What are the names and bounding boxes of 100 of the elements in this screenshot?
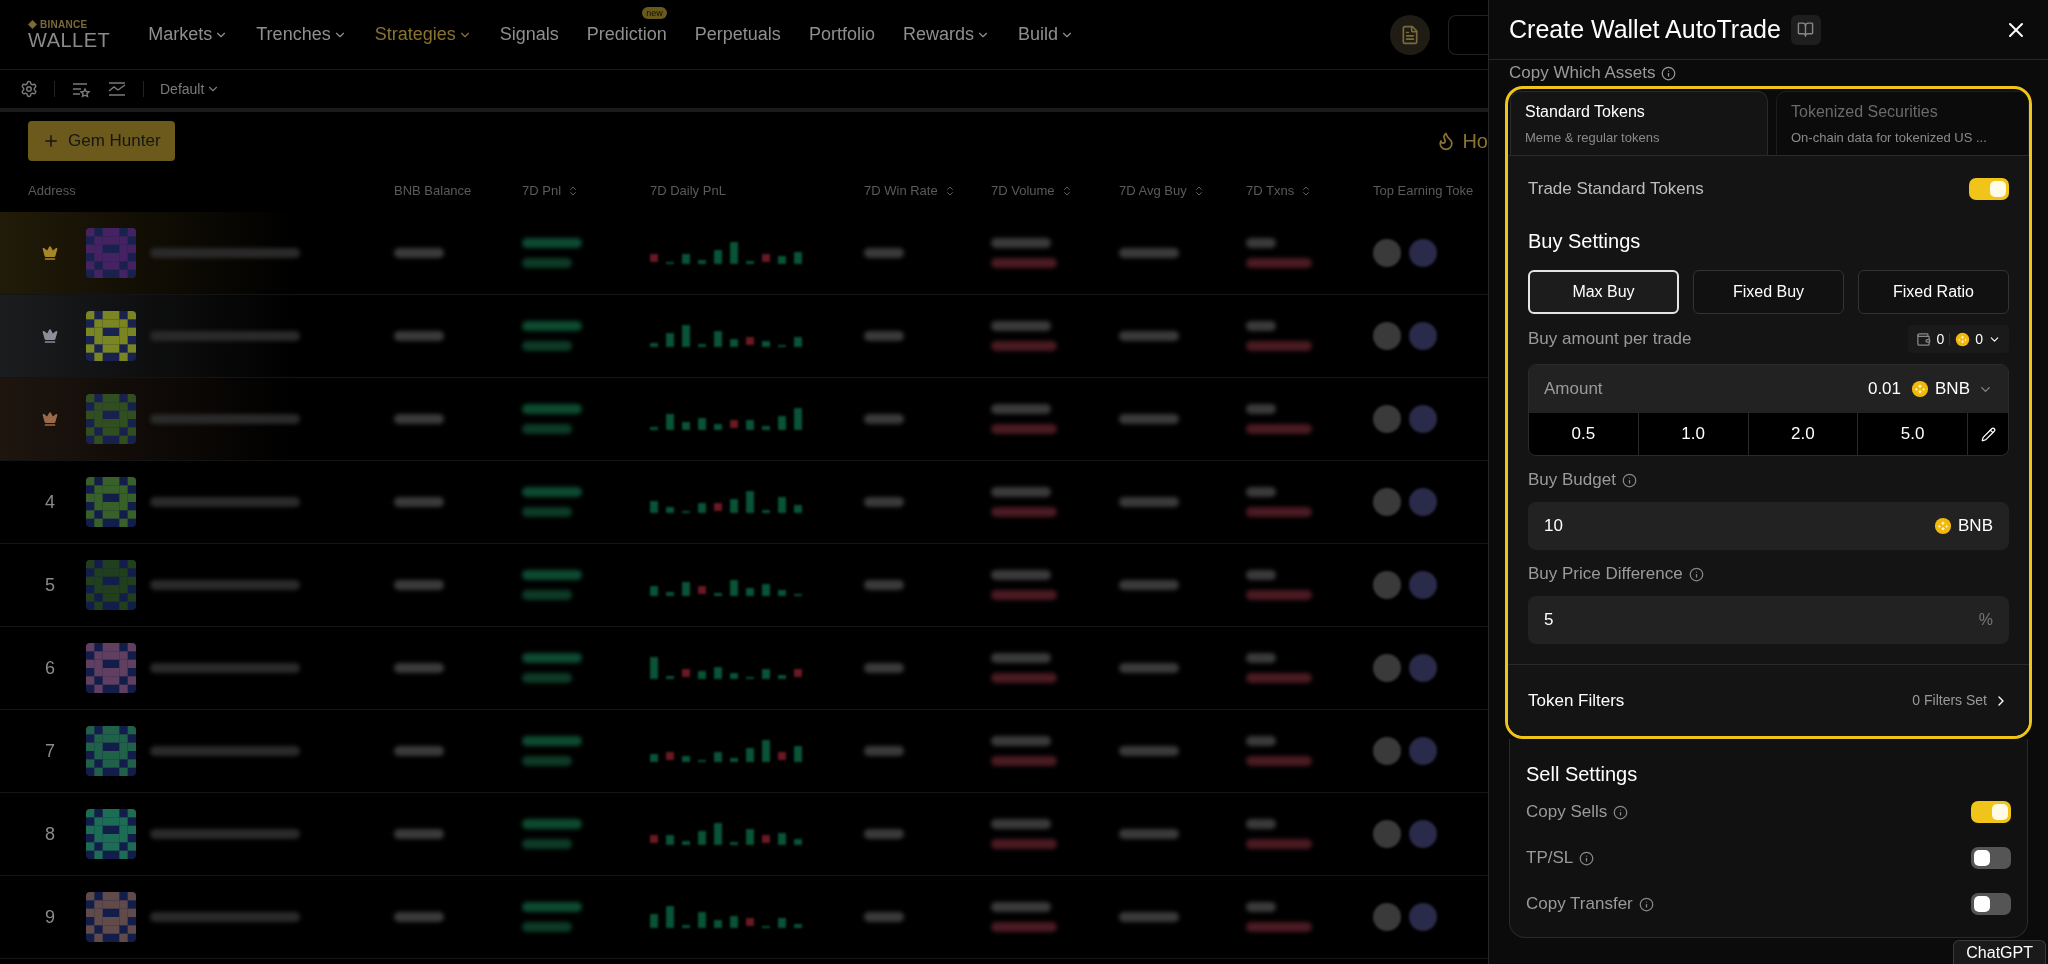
blurred-value <box>522 404 582 414</box>
blurred-value <box>864 912 904 922</box>
blurred-value <box>991 341 1057 351</box>
blurred-value <box>991 839 1057 849</box>
blurred-value <box>1246 653 1276 663</box>
settings-icon[interactable] <box>20 80 38 98</box>
balance-dropdown[interactable]: 0 0 <box>1908 325 2009 353</box>
budget-field[interactable]: 10 BNB <box>1528 502 2009 550</box>
toggle-switch[interactable] <box>1971 893 2011 915</box>
buy-mode-button[interactable]: Fixed Ratio <box>1858 270 2009 314</box>
blurred-value <box>394 746 444 756</box>
info-icon[interactable] <box>1613 804 1629 820</box>
table-row[interactable]: 6 <box>0 627 1488 710</box>
avatar-icon <box>86 560 136 610</box>
field-label: Buy Budget <box>1528 469 1616 492</box>
buy-mode-button[interactable]: Max Buy <box>1528 270 1679 314</box>
avatar-icon <box>86 643 136 693</box>
blurred-value <box>522 590 572 600</box>
blurred-value <box>1119 912 1179 922</box>
filter-list-icon[interactable] <box>71 80 91 98</box>
preset-amount-button[interactable]: 2.0 <box>1748 413 1859 455</box>
wallet-icon <box>1916 331 1932 347</box>
blurred-value <box>864 497 904 507</box>
blurred-value <box>1246 321 1276 331</box>
token-filters-row[interactable]: Token Filters 0 Filters Set <box>1508 664 2029 736</box>
nav-item[interactable]: Perpetuals <box>694 21 781 48</box>
blurred-value <box>991 238 1051 248</box>
token-icon <box>1409 571 1437 599</box>
nav-item[interactable]: Strategies <box>374 21 472 48</box>
toggle-label: Trade Standard Tokens <box>1528 178 1704 201</box>
buy-mode-button[interactable]: Fixed Buy <box>1693 270 1844 314</box>
nav-item[interactable]: Signals <box>499 21 559 48</box>
nav-item[interactable]: Markets <box>148 21 229 48</box>
chat-tab[interactable]: ChatGPT <box>1953 940 2046 964</box>
info-icon[interactable] <box>1638 896 1654 912</box>
book-icon <box>1797 21 1815 38</box>
blurred-value <box>522 487 582 497</box>
blurred-value <box>991 756 1057 766</box>
table-row[interactable]: 5 <box>0 544 1488 627</box>
blurred-value <box>864 746 904 756</box>
info-icon[interactable] <box>1621 472 1637 488</box>
column-header: Address <box>28 182 76 201</box>
amount-field[interactable]: Amount 0.01 BNB <box>1529 365 2008 413</box>
info-icon[interactable] <box>1661 65 1677 81</box>
avatar-icon <box>86 477 136 527</box>
blurred-value <box>1246 507 1312 517</box>
blurred-value <box>522 839 572 849</box>
price-difference-field[interactable]: 5 % <box>1528 596 2009 644</box>
blurred-value <box>1246 238 1276 248</box>
asset-tab[interactable]: Standard Tokens Meme & regular tokens <box>1510 91 1768 155</box>
blurred-value <box>1246 424 1312 434</box>
info-icon[interactable] <box>1688 566 1704 582</box>
rank-number: 7 <box>45 739 55 763</box>
nav-item[interactable]: Prediction <box>586 21 667 48</box>
preset-amount-button[interactable]: 1.0 <box>1638 413 1749 455</box>
blurred-value <box>522 507 572 517</box>
toggle-switch[interactable] <box>1969 178 2009 200</box>
nav-item[interactable]: Rewards <box>902 21 990 48</box>
toggle-switch[interactable] <box>1971 847 2011 869</box>
orders-button[interactable] <box>1390 14 1430 55</box>
token-icon <box>1373 820 1401 848</box>
rank-number: 9 <box>45 905 55 929</box>
section-label: Copy Which Assets <box>1509 62 1656 85</box>
nav-item[interactable]: Portfolio <box>808 21 875 48</box>
nav-item[interactable]: Trenches <box>256 21 347 48</box>
preset-amount-button[interactable]: 5.0 <box>1858 413 1968 455</box>
avatar-icon <box>86 394 136 444</box>
field-label: Buy Price Difference <box>1528 563 1683 586</box>
blurred-value <box>1119 580 1179 590</box>
blurred-value <box>991 404 1051 414</box>
nav-item[interactable]: Build <box>1017 21 1074 48</box>
blurred-value <box>991 653 1051 663</box>
blurred-value <box>522 341 572 351</box>
token-icon <box>1373 239 1401 267</box>
section-heading: Buy Settings <box>1528 229 1642 254</box>
guide-button[interactable] <box>1790 14 1821 45</box>
blurred-value <box>991 258 1057 268</box>
table-row[interactable]: 9 <box>0 876 1488 959</box>
table-row[interactable]: 8 <box>0 793 1488 876</box>
info-icon[interactable] <box>1579 850 1595 866</box>
toggle-switch[interactable] <box>1971 801 2011 823</box>
column-header: BNB Balance <box>394 182 472 201</box>
blurred-value <box>991 424 1057 434</box>
preset-dropdown[interactable]: Default <box>160 78 221 100</box>
table-row[interactable]: 4 <box>0 461 1488 544</box>
blurred-value <box>1246 819 1276 829</box>
logo-mark-icon <box>28 20 37 29</box>
blurred-value <box>991 819 1051 829</box>
chart-line-icon[interactable] <box>107 80 127 98</box>
logo[interactable]: BINANCE WALLET <box>28 19 111 50</box>
blurred-value <box>1246 404 1276 414</box>
hot-label[interactable]: Ho <box>1462 126 1488 156</box>
token-icon <box>1373 488 1401 516</box>
document-icon <box>1400 24 1420 45</box>
blurred-value <box>522 258 572 268</box>
preset-amount-button[interactable]: 0.5 <box>1529 413 1639 455</box>
blurred-value <box>1246 673 1312 683</box>
new-badge: new <box>642 7 667 19</box>
table-row[interactable]: 7 <box>0 710 1488 793</box>
blurred-value <box>864 248 904 258</box>
